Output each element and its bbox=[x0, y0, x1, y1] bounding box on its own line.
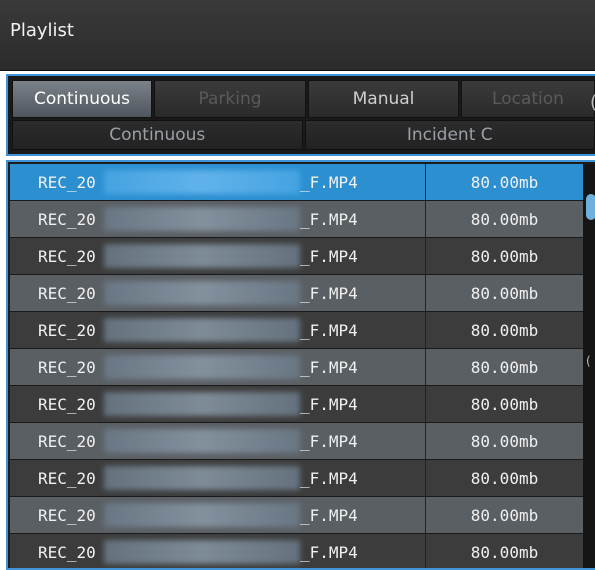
file-size-cell: 80.00mb bbox=[470, 209, 539, 229]
redacted-region bbox=[104, 392, 300, 416]
list-item[interactable]: REC_20 _F.MP4 80.00mb bbox=[10, 349, 583, 386]
file-size-cell: 80.00mb bbox=[470, 542, 539, 562]
list-item[interactable]: REC_20 _F.MP4 80.00mb bbox=[10, 423, 583, 460]
file-name-suffix: _F.MP4 bbox=[300, 357, 358, 377]
file-name-cell: REC_20 _F.MP4 bbox=[10, 386, 426, 422]
file-name-prefix: REC_20 bbox=[38, 320, 96, 340]
file-name-suffix: _F.MP4 bbox=[300, 468, 358, 488]
file-name-prefix: REC_20 bbox=[38, 283, 96, 303]
playlist-panel: REC_20 _F.MP4 80.00mb REC_20 _F.MP4 80.0… bbox=[6, 160, 595, 570]
redacted-region bbox=[104, 207, 300, 231]
tab-continuous-secondary[interactable]: Continuous bbox=[12, 120, 303, 150]
redacted-region bbox=[104, 429, 300, 453]
file-name-suffix: _F.MP4 bbox=[300, 542, 358, 562]
file-name-suffix: _F.MP4 bbox=[300, 505, 358, 525]
redacted-region bbox=[104, 540, 300, 564]
file-size-cell: 80.00mb bbox=[470, 320, 539, 340]
file-name-suffix: _F.MP4 bbox=[300, 209, 358, 229]
file-list: REC_20 _F.MP4 80.00mb REC_20 _F.MP4 80.0… bbox=[10, 164, 583, 568]
file-size-cell: 80.00mb bbox=[470, 468, 539, 488]
file-name-cell: REC_20 _F.MP4 bbox=[10, 534, 426, 568]
list-item[interactable]: REC_20 _F.MP4 80.00mb bbox=[10, 201, 583, 238]
file-name-prefix: REC_20 bbox=[38, 172, 96, 192]
list-item[interactable]: REC_20 _F.MP4 80.00mb bbox=[10, 460, 583, 497]
list-item[interactable]: REC_20 _F.MP4 80.00mb bbox=[10, 312, 583, 349]
file-name-prefix: REC_20 bbox=[38, 431, 96, 451]
file-size-cell: 80.00mb bbox=[470, 357, 539, 377]
file-name-prefix: REC_20 bbox=[38, 246, 96, 266]
redacted-region bbox=[104, 244, 300, 268]
list-scrollbar[interactable]: ( bbox=[583, 164, 595, 568]
file-name-prefix: REC_20 bbox=[38, 505, 96, 525]
file-name-cell: REC_20 _F.MP4 bbox=[10, 312, 426, 348]
file-name-cell: REC_20 _F.MP4 bbox=[10, 423, 426, 459]
redacted-region bbox=[104, 318, 300, 342]
redacted-region bbox=[104, 503, 300, 527]
primary-tab-row: Continuous Parking Manual Location bbox=[12, 80, 595, 118]
file-name-cell: REC_20 _F.MP4 bbox=[10, 201, 426, 237]
file-name-cell: REC_20 _F.MP4 bbox=[10, 164, 426, 200]
redacted-region bbox=[104, 170, 300, 194]
scrollbar-thumb[interactable] bbox=[586, 194, 595, 220]
file-name-prefix: REC_20 bbox=[38, 542, 96, 562]
redacted-region bbox=[104, 466, 300, 490]
list-item[interactable]: REC_20 _F.MP4 80.00mb bbox=[10, 534, 583, 568]
file-name-suffix: _F.MP4 bbox=[300, 246, 358, 266]
list-item[interactable]: REC_20 _F.MP4 80.00mb bbox=[10, 386, 583, 423]
file-name-cell: REC_20 _F.MP4 bbox=[10, 238, 426, 274]
file-name-cell: REC_20 _F.MP4 bbox=[10, 460, 426, 496]
title-bar: Playlist bbox=[0, 0, 595, 71]
file-size-cell: 80.00mb bbox=[470, 505, 539, 525]
file-size-cell: 80.00mb bbox=[470, 431, 539, 451]
file-size-cell: 80.00mb bbox=[470, 246, 539, 266]
file-name-prefix: REC_20 bbox=[38, 394, 96, 414]
file-name-suffix: _F.MP4 bbox=[300, 320, 358, 340]
file-name-suffix: _F.MP4 bbox=[300, 394, 358, 414]
tab-location[interactable]: Location bbox=[461, 80, 595, 118]
file-name-cell: REC_20 _F.MP4 bbox=[10, 275, 426, 311]
file-name-prefix: REC_20 bbox=[38, 209, 96, 229]
tab-panel: Continuous Parking Manual Location ( Con… bbox=[6, 74, 595, 156]
tab-incident[interactable]: Incident C bbox=[304, 120, 595, 150]
file-name-suffix: _F.MP4 bbox=[300, 431, 358, 451]
list-item[interactable]: REC_20 _F.MP4 80.00mb bbox=[10, 497, 583, 534]
file-name-prefix: REC_20 bbox=[38, 468, 96, 488]
list-item[interactable]: REC_20 _F.MP4 80.00mb bbox=[10, 238, 583, 275]
file-size-cell: 80.00mb bbox=[470, 172, 539, 192]
tab-manual[interactable]: Manual bbox=[308, 80, 459, 118]
list-item[interactable]: REC_20 _F.MP4 80.00mb bbox=[10, 164, 583, 201]
overflow-indicator-icon: ( bbox=[590, 92, 595, 113]
redacted-region bbox=[104, 281, 300, 305]
file-size-cell: 80.00mb bbox=[470, 394, 539, 414]
window-title: Playlist bbox=[10, 20, 74, 41]
tab-continuous[interactable]: Continuous bbox=[12, 80, 152, 118]
file-name-prefix: REC_20 bbox=[38, 357, 96, 377]
file-name-suffix: _F.MP4 bbox=[300, 283, 358, 303]
secondary-tab-row: Continuous Incident C bbox=[12, 120, 595, 150]
list-item[interactable]: REC_20 _F.MP4 80.00mb bbox=[10, 275, 583, 312]
file-name-suffix: _F.MP4 bbox=[300, 172, 358, 192]
file-name-cell: REC_20 _F.MP4 bbox=[10, 497, 426, 533]
file-name-cell: REC_20 _F.MP4 bbox=[10, 349, 426, 385]
redacted-region bbox=[104, 355, 300, 379]
tab-parking[interactable]: Parking bbox=[154, 80, 306, 118]
scroll-indicator-icon: ( bbox=[586, 354, 591, 368]
file-size-cell: 80.00mb bbox=[470, 283, 539, 303]
